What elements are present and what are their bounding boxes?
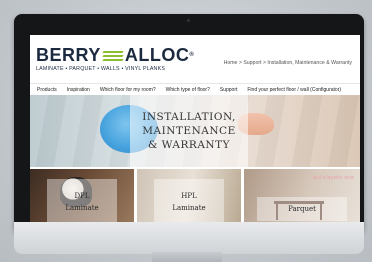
tile-dpl-line1: DPL [74, 192, 90, 200]
tile-parquet[interactable]: aid s'ayotv sne Parquet [244, 169, 360, 225]
tile-hpl-laminate[interactable]: HPL Laminate [137, 169, 241, 225]
nav-item-which-type-floor[interactable]: Which type of floor? [166, 87, 210, 93]
hero-title-line3: & WARRANTY [147, 139, 231, 151]
main-nav: Products Inspiration Which floor for my … [30, 83, 360, 95]
tile-dpl-label: DPL Laminate [47, 179, 117, 225]
logo-wordmark: BERRY ALLOC ® [36, 46, 194, 64]
site-header: BERRY ALLOC ® LAMINATE • PARQUET • WALLS… [30, 35, 360, 83]
category-tiles: DPL Laminate HPL Laminate aid s'ayotv sn… [30, 169, 360, 225]
camera-dot [187, 19, 190, 22]
hero-title-box: INSTALLATION, MAINTENANCE & WARRANTY [130, 95, 248, 167]
tile-hpl-line2: Laminate [172, 204, 206, 212]
monitor-bezel: BERRY ALLOC ® LAMINATE • PARQUET • WALLS… [14, 14, 364, 234]
monitor-stand [152, 252, 222, 262]
hero-title-line2: MAINTENANCE [142, 125, 236, 137]
tile-dpl-laminate[interactable]: DPL Laminate [30, 169, 134, 225]
logo-registered-mark: ® [189, 52, 195, 58]
nav-item-inspiration[interactable]: Inspiration [67, 87, 90, 93]
nav-item-products[interactable]: Products [37, 87, 57, 93]
logo-stripes-icon [102, 50, 124, 61]
nav-item-configurator[interactable]: Find your perfect floor / wall (Configur… [247, 87, 341, 93]
logo-text-right: ALLOC [124, 45, 190, 65]
tile-parquet-line1: Parquet [288, 205, 316, 213]
logo-tagline: LAMINATE • PARQUET • WALLS • VINYL PLANK… [36, 66, 166, 72]
tile-hpl-line1: HPL [181, 192, 197, 200]
tile-dpl-line2: Laminate [65, 204, 99, 212]
tile-parquet-label: Parquet [257, 197, 347, 221]
hero-banner: INSTALLATION, MAINTENANCE & WARRANTY [30, 95, 360, 167]
hero-title-line1: INSTALLATION, [142, 111, 236, 123]
breadcrumb[interactable]: Home > Support > Installation, Maintenan… [224, 60, 352, 66]
logo-text-left: BERRY [36, 45, 101, 65]
wall-decor-text: aid s'ayotv sne [312, 175, 354, 181]
nav-item-support[interactable]: Support [220, 87, 238, 93]
tile-hpl-label: HPL Laminate [154, 179, 224, 225]
nav-item-which-floor-room[interactable]: Which floor for my room? [100, 87, 156, 93]
berryalloc-logo[interactable]: BERRY ALLOC ® LAMINATE • PARQUET • WALLS… [36, 46, 194, 72]
browser-screen: BERRY ALLOC ® LAMINATE • PARQUET • WALLS… [30, 35, 360, 225]
monitor-chin [14, 222, 364, 254]
